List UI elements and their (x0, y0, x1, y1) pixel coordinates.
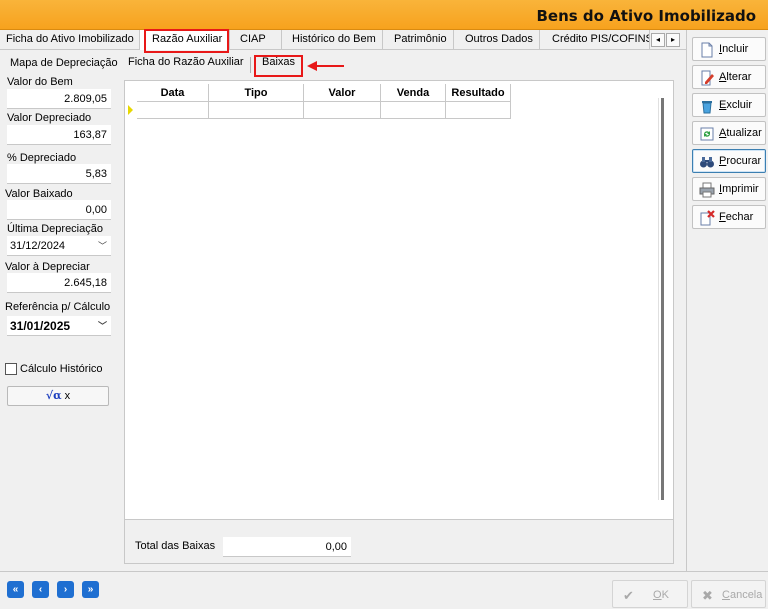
highlight-baixas (254, 55, 303, 77)
table-cell[interactable] (209, 102, 304, 119)
valor-a-depreciar-field[interactable]: 2.645,18 (7, 273, 111, 293)
ultima-depreciacao-combo[interactable]: 31/12/2024 ﹀ (7, 236, 111, 256)
tab-ciap[interactable]: CIAP (230, 30, 282, 50)
delete-icon (702, 101, 712, 114)
tab-patrimonio[interactable]: Patrimônio (383, 30, 454, 50)
imprimir-button[interactable]: Imprimir (692, 177, 766, 201)
column-header-valor[interactable]: Valor (304, 84, 381, 102)
atualizar-button[interactable]: Atualizar (692, 121, 766, 145)
tab-outros-dados[interactable]: Outros Dados (454, 30, 540, 50)
valor-do-bem-label: Valor do Bem (7, 76, 73, 88)
total-baixas-field[interactable]: 0,00 (223, 537, 351, 557)
formula-icon: √α (45, 389, 62, 402)
incluir-label: Incluir (719, 43, 749, 55)
ultima-depreciacao-label: Última Depreciação (7, 223, 103, 235)
calculator-button[interactable]: √α x (7, 386, 109, 406)
document-icon (701, 42, 713, 58)
tab-scroll-left-button[interactable]: ◂ (651, 33, 665, 47)
tab-historico-bem[interactable]: Histórico do Bem (282, 30, 383, 50)
valor-depreciado-field[interactable]: 163,87 (7, 125, 111, 145)
table-cell[interactable] (137, 102, 209, 119)
cancel-label: Cancela (722, 589, 763, 601)
atualizar-label: Atualizar (719, 127, 762, 139)
column-header-data[interactable]: Data (137, 84, 209, 102)
annotation-arrow-icon (307, 61, 344, 71)
last-record-button[interactable]: » (82, 581, 99, 598)
table-cell[interactable] (446, 102, 511, 119)
subtab-ficha-razao[interactable]: Ficha do Razão Auxiliar (128, 56, 244, 68)
calculator-button-label: x (64, 390, 71, 402)
valor-depreciado-label: Valor Depreciado (7, 112, 92, 124)
first-record-button[interactable]: « (7, 581, 24, 598)
incluir-button[interactable]: Incluir (692, 37, 766, 61)
calculo-historico-label: Cálculo Histórico (20, 363, 103, 375)
refresh-icon (700, 127, 714, 141)
tab-ficha-ativo[interactable]: Ficha do Ativo Imobilizado (0, 30, 140, 50)
baixas-grid[interactable] (124, 80, 674, 520)
column-header-venda[interactable]: Venda (381, 84, 446, 102)
valor-baixado-label: Valor Baixado (5, 188, 73, 200)
main-tab-strip: Ficha do Ativo Imobilizado Razão Auxilia… (0, 30, 686, 50)
column-header-resultado[interactable]: Resultado (446, 84, 511, 102)
ok-label: OK (653, 589, 669, 601)
highlight-razao-auxiliar (144, 29, 229, 53)
cancel-button[interactable]: ✖ Cancela (691, 580, 766, 608)
sub-tab-strip: Ficha do Razão Auxiliar Baixas (121, 51, 686, 79)
tab-scroll-right-button[interactable]: ▸ (666, 33, 680, 47)
close-document-icon (700, 210, 715, 226)
checkmark-icon: ✔ (623, 588, 634, 603)
alterar-button[interactable]: Alterar (692, 65, 766, 89)
calculo-historico-checkbox[interactable] (5, 363, 17, 375)
excluir-label: Excluir (719, 99, 753, 111)
referencia-calculo-label: Referência p/ Cálculo (5, 301, 111, 313)
grid-scrollbar[interactable] (658, 98, 666, 500)
table-cell[interactable] (381, 102, 446, 119)
panel-title: Mapa de Depreciação (10, 57, 118, 69)
alterar-label: Alterar (719, 71, 752, 83)
valor-baixado-field[interactable]: 0,00 (7, 200, 111, 220)
fechar-label: Fechar (719, 211, 754, 223)
ok-button[interactable]: ✔ OK (612, 580, 688, 608)
excluir-button[interactable]: Excluir (692, 93, 766, 117)
pct-depreciado-label: % Depreciado (7, 152, 77, 164)
printer-icon (699, 182, 715, 198)
binoculars-icon (700, 157, 714, 168)
row-indicator-icon (128, 105, 133, 115)
tab-credito-pis-cofins[interactable]: Crédito PIS/COFINS (540, 30, 650, 50)
title-bar: Bens do Ativo Imobilizado (0, 0, 768, 30)
table-cell[interactable] (304, 102, 381, 119)
ultima-depreciacao-value: 31/12/2024 (10, 240, 66, 252)
next-record-button[interactable]: › (57, 581, 74, 598)
imprimir-label: Imprimir (719, 183, 759, 195)
subtab-separator (250, 57, 251, 73)
referencia-calculo-value: 31/01/2025 (10, 319, 71, 333)
referencia-calculo-combo[interactable]: 31/01/2025 ﹀ (7, 316, 111, 336)
chevron-down-icon: ﹀ (97, 321, 107, 331)
procurar-label: Procurar (719, 155, 762, 167)
valor-do-bem-field[interactable]: 2.809,05 (7, 89, 111, 109)
total-baixas-label: Total das Baixas (135, 540, 216, 552)
fechar-button[interactable]: Fechar (692, 205, 766, 229)
column-header-tipo[interactable]: Tipo (209, 84, 304, 102)
previous-record-button[interactable]: ‹ (32, 581, 49, 598)
edit-icon (701, 70, 714, 86)
valor-a-depreciar-label: Valor à Depreciar (5, 261, 90, 273)
pct-depreciado-field[interactable]: 5,83 (7, 164, 111, 184)
cancel-icon: ✖ (702, 588, 713, 603)
window-title: Bens do Ativo Imobilizado (536, 7, 757, 25)
scrollbar-thumb[interactable] (661, 98, 664, 500)
procurar-button[interactable]: Procurar (692, 149, 766, 173)
chevron-down-icon: ﹀ (97, 241, 107, 251)
